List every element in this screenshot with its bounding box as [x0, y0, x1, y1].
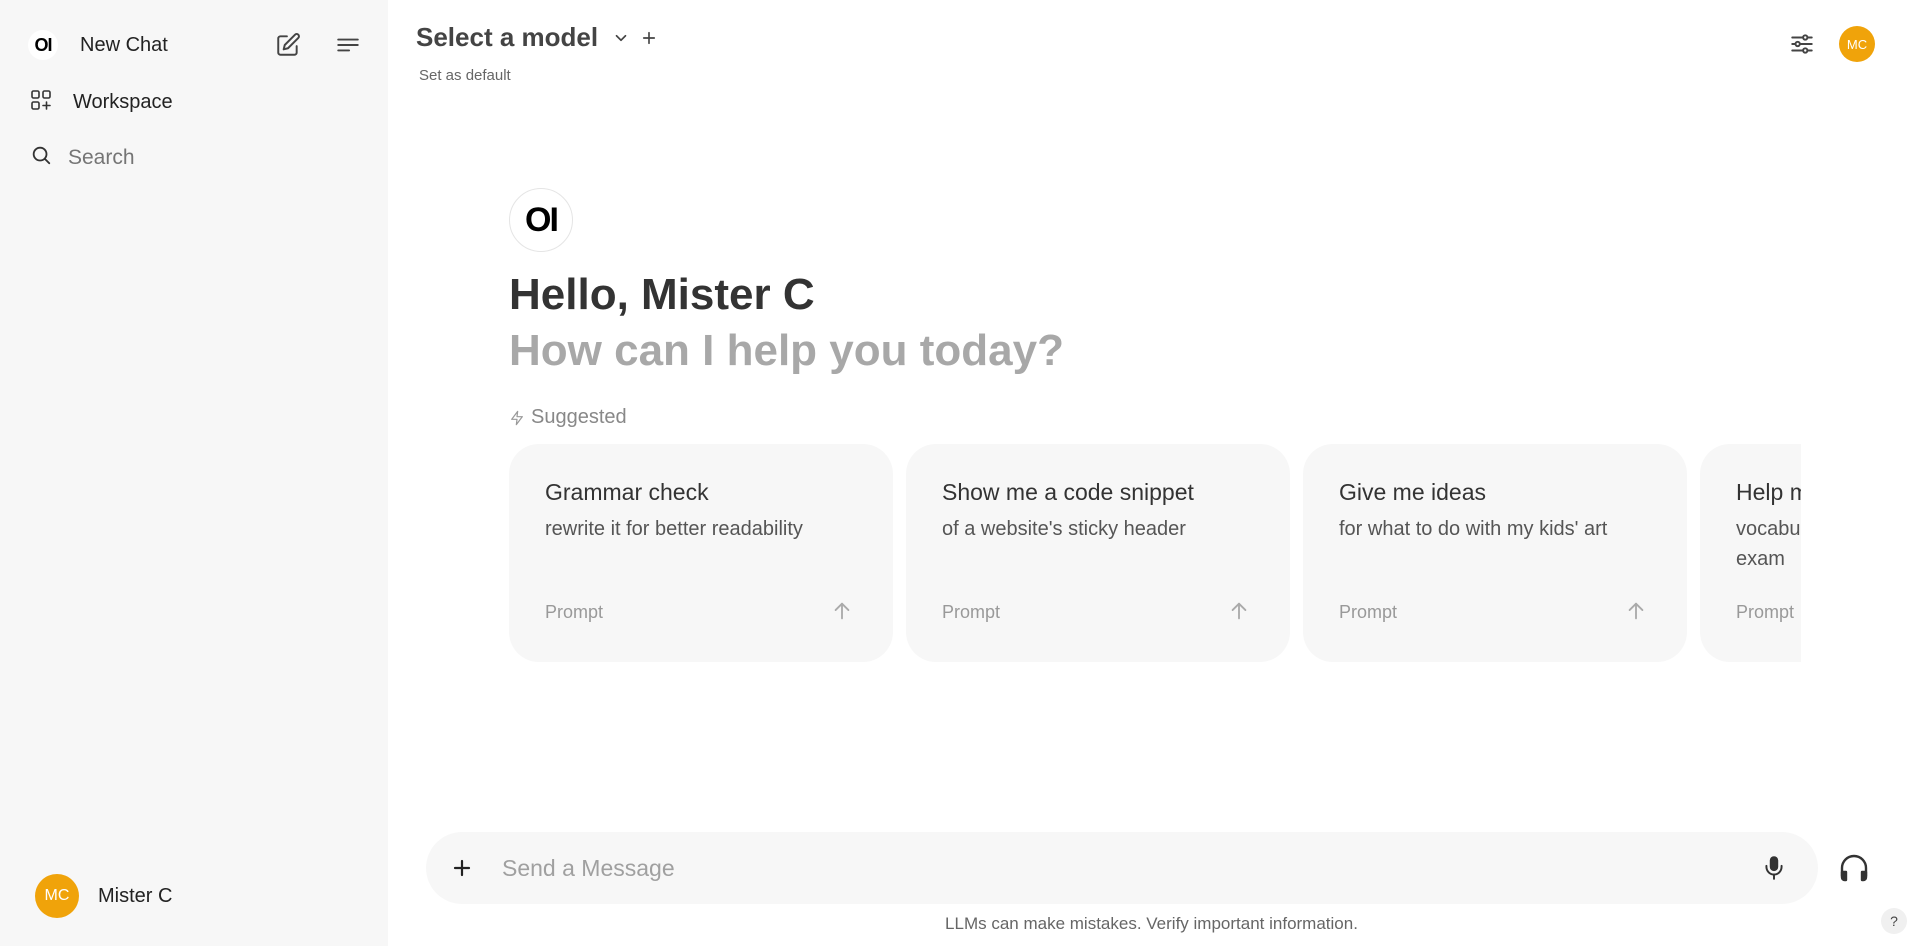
suggested-heading: Suggested	[509, 406, 627, 429]
suggestion-card[interactable]: Help me study vocabulary for a college e…	[1700, 444, 1801, 662]
model-selector[interactable]: Select a model	[416, 22, 658, 53]
suggestion-card[interactable]: Grammar check rewrite it for better read…	[509, 444, 893, 662]
card-subtitle: rewrite it for better readability	[545, 518, 803, 540]
microphone-icon[interactable]	[1758, 852, 1790, 884]
settings-sliders-icon[interactable]	[1789, 31, 1815, 57]
chevron-down-icon[interactable]	[612, 29, 630, 47]
card-footer: Prompt	[545, 602, 604, 622]
card-title: Give me ideas	[1339, 479, 1487, 505]
workspace-icon	[29, 88, 53, 117]
user-menu[interactable]: MC Mister C	[35, 874, 172, 918]
arrow-up-icon	[1625, 600, 1647, 627]
card-title: Help me study	[1736, 479, 1801, 505]
avatar: MC	[35, 874, 79, 918]
sidebar-item-workspace[interactable]: Workspace	[29, 88, 173, 117]
message-input[interactable]	[502, 848, 1702, 888]
card-footer: Prompt	[942, 602, 1001, 622]
plus-icon[interactable]	[446, 852, 478, 884]
new-chat-label: New Chat	[80, 33, 168, 56]
compose-icon[interactable]	[272, 29, 304, 61]
menu-lines-icon[interactable]	[332, 29, 364, 61]
greeting: Hello, Mister C	[509, 270, 815, 319]
sidebar-search[interactable]	[30, 144, 328, 171]
workspace-label: Workspace	[73, 91, 173, 113]
set-default-link[interactable]: Set as default	[419, 67, 511, 84]
message-composer	[426, 832, 1818, 904]
suggested-label: Suggested	[531, 406, 627, 428]
header-actions: MC	[1789, 26, 1875, 62]
card-subtitle: vocabulary for a college entrance exam	[1736, 518, 1801, 570]
user-avatar[interactable]: MC	[1839, 26, 1875, 62]
card-footer: Prompt	[1339, 602, 1398, 622]
hero-logo: OI	[509, 188, 573, 252]
suggestion-carousel: Grammar check rewrite it for better read…	[509, 444, 1801, 662]
sidebar: OI New Chat Workspace MC Mister C	[0, 0, 388, 946]
help-button[interactable]: ?	[1881, 908, 1907, 934]
add-model-icon[interactable]	[640, 29, 658, 47]
headphones-icon[interactable]	[1836, 850, 1872, 886]
card-title: Show me a code snippet	[942, 479, 1194, 505]
disclaimer: LLMs can make mistakes. Verify important…	[945, 914, 1358, 933]
card-footer: Prompt	[1736, 602, 1795, 622]
arrow-up-icon	[831, 600, 853, 627]
suggestion-card[interactable]: Give me ideas for what to do with my kid…	[1303, 444, 1687, 662]
app-logo: OI	[28, 30, 58, 60]
new-chat-row[interactable]: OI New Chat	[28, 30, 168, 60]
lightning-icon	[509, 409, 525, 427]
model-title: Select a model	[416, 22, 599, 52]
card-subtitle: for what to do with my kids' art	[1339, 518, 1608, 540]
card-title: Grammar check	[545, 479, 709, 505]
main-area: Select a model Set as default MC OI Hell…	[388, 0, 1915, 946]
arrow-up-icon	[1228, 600, 1250, 627]
app-root: OI New Chat Workspace MC Mister C	[0, 0, 1915, 946]
search-input[interactable]	[68, 145, 328, 170]
subgreeting: How can I help you today?	[509, 326, 1064, 375]
user-name: Mister C	[98, 884, 173, 907]
card-subtitle: of a website's sticky header	[942, 518, 1186, 540]
search-icon	[30, 144, 52, 171]
suggestion-card[interactable]: Show me a code snippet of a website's st…	[906, 444, 1290, 662]
